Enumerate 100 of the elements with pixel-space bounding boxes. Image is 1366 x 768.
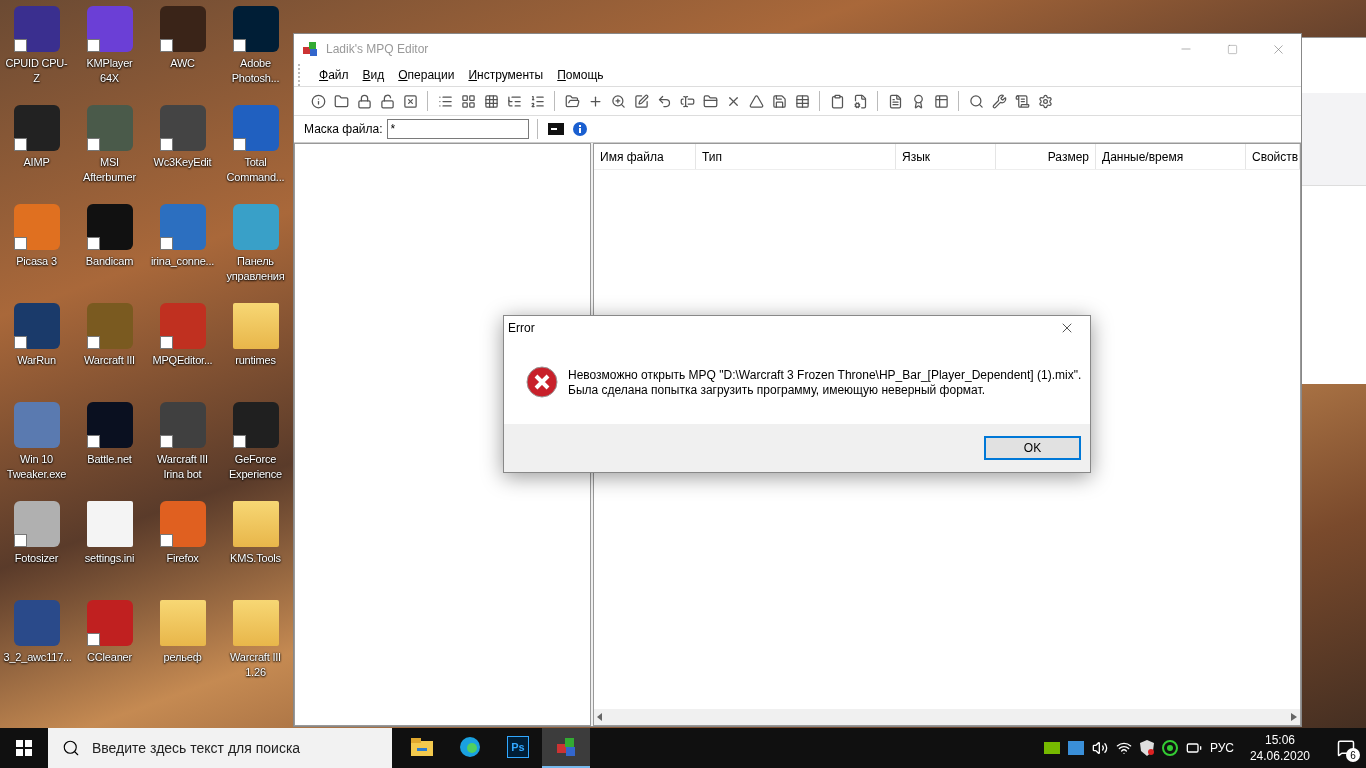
app-icon[interactable] [86,600,133,646]
zoom-icon[interactable] [610,93,626,109]
taskbar-app[interactable] [542,728,590,768]
record-icon[interactable] [1161,740,1178,756]
desktop-icon-label[interactable]: MSI Afterburner [76,155,143,185]
tree-icon[interactable] [506,93,522,109]
menu-item[interactable]: Вид [355,68,392,82]
shield-icon[interactable] [1139,740,1154,756]
menu-item[interactable]: Файл [312,68,356,82]
desktop-icon-label[interactable]: CPUID CPU-Z [3,56,70,86]
desktop-icon-label[interactable]: Warcraft III Irina bot [149,452,216,482]
desktop-icon-label[interactable]: settings.ini [84,551,135,566]
info-icon[interactable] [310,93,326,109]
language-indicator[interactable]: РУС [1209,741,1234,755]
folder-icon[interactable] [232,501,279,547]
file-mask-field[interactable]: * [386,119,529,139]
search-icon[interactable] [968,93,984,109]
table-icon[interactable] [483,93,499,109]
open-folder-icon[interactable] [564,93,580,109]
app-icon[interactable] [159,105,206,151]
column-header[interactable]: Язык [896,144,996,169]
column-header[interactable]: Имя файла [594,144,696,169]
desktop-icon-label[interactable]: Total Command... [222,155,289,185]
rename-icon[interactable] [679,93,695,109]
column-header[interactable]: Размер [996,144,1096,169]
desktop-icon-label[interactable]: Fotosizer [14,551,59,566]
app-icon[interactable] [13,303,60,349]
desktop-icon-label[interactable]: MPQEditor... [152,353,213,368]
triangle-icon[interactable] [748,93,764,109]
desktop-icon-label[interactable]: Firefox [166,551,199,566]
desktop-icon-label[interactable]: GeForce Experience [222,452,289,482]
desktop-icon-label[interactable]: 3_2_awc117... [3,650,70,665]
desktop-icon-label[interactable]: CCleaner [87,650,132,665]
folder-icon[interactable] [333,93,349,109]
app-icon[interactable] [13,6,60,52]
app-icon[interactable] [13,105,60,151]
settings-icon[interactable] [1037,93,1053,109]
file-icon[interactable] [86,501,133,547]
desktop-icon-label[interactable]: KMPlayer 64X [76,56,143,86]
table-icon[interactable] [794,93,810,109]
taskbar-app[interactable]: Ps [494,728,542,768]
monitor-icon[interactable] [1067,741,1084,755]
edit-icon[interactable] [633,93,649,109]
numbered-list-icon[interactable] [529,93,545,109]
menu-item[interactable]: Операции [391,68,462,82]
app-icon[interactable] [86,105,133,151]
app-icon[interactable] [159,6,206,52]
grid-icon[interactable] [460,93,476,109]
desktop-icon-label[interactable]: Battle.net [87,452,132,467]
unlock-icon[interactable] [379,93,395,109]
desktop-icon-label[interactable]: Wc3KeyEdit [153,155,212,170]
file-gear-icon[interactable] [852,93,868,109]
app-icon[interactable] [232,402,279,448]
desktop-icon-label[interactable]: Adobe Photosh... [222,56,289,86]
desktop-icon-label[interactable]: AIMP [23,155,50,170]
desktop-icon-label[interactable]: Win 10 Tweaker.exe [3,452,70,482]
gpu-icon[interactable] [1043,742,1060,754]
search-field[interactable]: Введите здесь текст для поиска [48,728,392,768]
desktop-icon-label[interactable]: AWC [170,56,195,71]
column-header[interactable]: Тип [696,144,896,169]
app-icon[interactable] [232,6,279,52]
ok-button[interactable]: OK [984,436,1081,460]
folder-icon[interactable] [232,303,279,349]
desktop-icon-label[interactable]: WarRun [17,353,56,368]
app-icon[interactable] [86,402,133,448]
app-icon[interactable] [232,105,279,151]
save-icon[interactable] [771,93,787,109]
menu-item[interactable]: Помощь [550,68,611,82]
menu-item[interactable]: Инструменты [461,68,551,82]
desktop-icon-label[interactable]: Bandicam [85,254,134,269]
folder-icon[interactable] [702,93,718,109]
notification-button[interactable]: 6 [1326,728,1366,768]
document-icon[interactable] [887,93,903,109]
scroll-icon[interactable] [1014,93,1030,109]
app-icon[interactable] [13,501,60,547]
list-icon[interactable] [437,93,453,109]
plus-icon[interactable] [587,93,603,109]
desktop-icon-label[interactable]: Панель управления [222,254,289,284]
close-icon[interactable] [402,93,418,109]
app-icon[interactable] [86,303,133,349]
table-icon[interactable] [933,93,949,109]
clipboard-icon[interactable] [829,93,845,109]
undo-icon[interactable] [656,93,672,109]
clock[interactable]: 15:06 24.06.2020 [1241,732,1318,764]
desktop-icon-label[interactable]: Picasa 3 [16,254,57,269]
column-header[interactable]: Свойств [1246,144,1300,169]
desktop-icon-label[interactable]: рельеф [163,650,202,665]
desktop-icon-label[interactable]: KMS.Tools [230,551,281,566]
lock-icon[interactable] [356,93,372,109]
app-icon[interactable] [86,204,133,250]
scroll-right-icon[interactable] [1291,713,1297,721]
column-header[interactable]: Данные/время [1096,144,1246,169]
horizontal-scrollbar[interactable] [594,709,1300,725]
desktop-icon-label[interactable]: Warcraft III [84,353,135,368]
desktop-icon-label[interactable]: runtimes [235,353,276,368]
app-icon[interactable] [159,402,206,448]
wrench-icon[interactable] [991,93,1007,109]
scroll-left-icon[interactable] [597,713,603,721]
app-icon[interactable] [159,501,206,547]
battery-icon[interactable] [1185,740,1202,756]
